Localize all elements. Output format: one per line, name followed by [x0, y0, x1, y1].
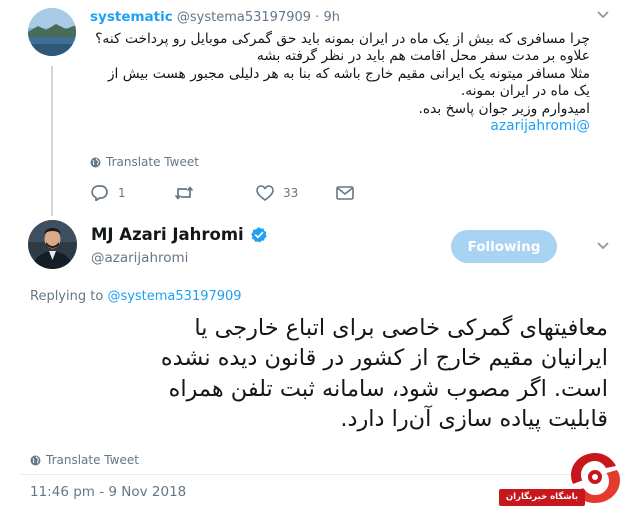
main-translate-tweet[interactable]: Translate Tweet: [30, 453, 139, 467]
parent-tweet-line: یک ماه در ایران بمونه.: [460, 83, 590, 100]
replying-prefix: Replying to: [30, 289, 104, 304]
parent-author-name[interactable]: systematic: [90, 9, 173, 25]
thread-connector-line: [51, 66, 53, 216]
reply-button[interactable]: 1: [90, 184, 174, 201]
watermark-label: باشگاه خبرنگاران: [499, 489, 585, 506]
replying-to: Replying to @systema53197909: [30, 289, 242, 304]
header-separator: ·: [315, 10, 320, 25]
globe-icon: [90, 157, 101, 167]
main-tweet-line: قابلیت پیاده سازی آن‌را دارد.: [340, 406, 608, 433]
parent-author-handle[interactable]: @systema53197909: [177, 10, 311, 25]
parent-tweet-line: امیدوارم وزیر جوان پاسخ بده.: [418, 100, 590, 117]
like-button[interactable]: 33: [256, 184, 336, 201]
parent-tweet-line: مثلا مسافر میتونه یک ایرانی مقیم خارج با…: [107, 65, 590, 82]
parent-tweet-line: چرا مسافری که بیش از یک ماه در ایران بمو…: [95, 31, 590, 47]
heart-icon: [256, 184, 274, 201]
parent-tweet-header: systematic @systema53197909 · 9h: [90, 9, 340, 25]
parent-translate-tweet[interactable]: Translate Tweet: [90, 155, 199, 169]
envelope-icon: [336, 185, 354, 200]
mention-link[interactable]: @azarijahromi: [86, 118, 590, 135]
direct-message-button[interactable]: [336, 185, 354, 200]
retweet-button[interactable]: [174, 185, 256, 201]
reply-count: 1: [118, 185, 126, 200]
following-button[interactable]: Following: [451, 230, 557, 263]
tweet-timestamp[interactable]: 11:46 pm - 9 Nov 2018: [30, 484, 186, 500]
verified-badge-icon: [250, 226, 267, 242]
more-options-icon[interactable]: [596, 241, 610, 251]
retweet-icon: [174, 186, 194, 199]
main-tweet-line: است. اگر مصوب شود، سامانه ثبت تلفن همراه: [168, 375, 608, 402]
translate-label: Translate Tweet: [106, 155, 199, 169]
main-author-avatar[interactable]: [28, 220, 77, 269]
main-tweet-text: معافیتهای گمرکی خاصی برای اتباع خارجی یا…: [20, 313, 608, 435]
like-count: 33: [283, 185, 299, 200]
reply-icon: [91, 185, 108, 201]
main-tweet-line: ایرانیان مقیم خارج از کشور در قانون دیده…: [160, 345, 608, 372]
parent-tweet-line: علاوه بر مدت سفر محل اقامت هم باید در نظ…: [256, 48, 590, 65]
globe-icon: [30, 455, 41, 465]
main-tweet-line: معافیتهای گمرکی خاصی برای اتباع خارجی یا: [194, 315, 608, 341]
parent-tweet-text: چرا مسافری که بیش از یک ماه در ایران بمو…: [86, 31, 590, 135]
main-author-name[interactable]: MJ Azari Jahromi: [91, 225, 244, 244]
replying-handle-link[interactable]: @systema53197909: [107, 289, 241, 304]
translate-label: Translate Tweet: [46, 453, 139, 467]
parent-tweet-actions: 1 33: [90, 184, 354, 201]
main-author-handle[interactable]: @azarijahromi: [91, 250, 188, 266]
parent-tweet-time[interactable]: 9h: [323, 10, 340, 25]
more-options-icon[interactable]: [596, 10, 610, 20]
parent-author-avatar[interactable]: [28, 8, 76, 56]
divider: [20, 474, 624, 475]
parent-tweet[interactable]: systematic @systema53197909 · 9h چرا مسا…: [0, 0, 624, 216]
main-author-name-row: MJ Azari Jahromi: [91, 225, 268, 244]
